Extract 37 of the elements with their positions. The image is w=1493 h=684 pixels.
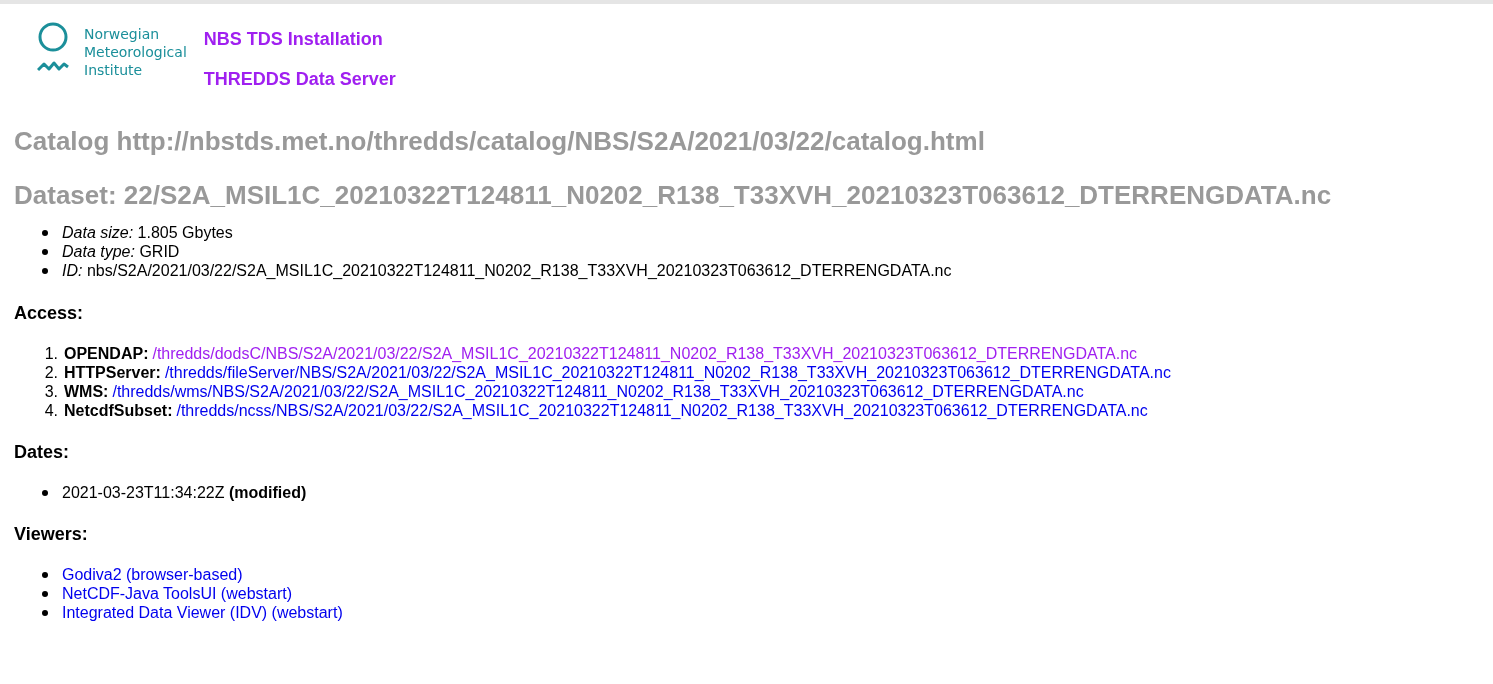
bullet-icon <box>42 489 48 496</box>
service-label: HTTPServer: <box>64 363 161 382</box>
service-link[interactable]: /thredds/ncss/NBS/S2A/2021/03/22/S2A_MSIL1C_20210322T124811_N0202_R138_T33XVH_20210323T063612_DTERRENGDATA.nc <box>176 401 1148 420</box>
logo-text: Institute <box>84 61 144 79</box>
service-label: OPENDAP: <box>64 344 149 363</box>
service-link[interactable]: /thredds/fileServer/NBS/S2A/2021/03/22/S2A_MSIL1C_20210322T124811_N0202_R138_T33XVH_20210323T063612_DTERRENGDATA.nc <box>164 363 1171 382</box>
list-number: 3. <box>43 382 58 401</box>
list-number: 1. <box>43 344 58 363</box>
service-label: WMS: <box>64 382 109 401</box>
section-heading: Viewers: <box>14 523 88 546</box>
list-number: 4. <box>43 401 58 420</box>
viewer-link[interactable]: Godiva2 (browser-based) <box>62 565 243 584</box>
bullet-icon <box>42 609 48 616</box>
bullet-icon <box>42 267 48 274</box>
list-number: 2. <box>43 363 58 382</box>
dataset-title: Dataset: 22/S2A_MSIL1C_20210322T124811_N0202_R138_T33XVH_20210323T063612_DTERRENGDATA.nc <box>14 179 1333 211</box>
header-link[interactable]: NBS TDS Installation <box>203 27 383 51</box>
bullet-icon <box>42 229 48 236</box>
service-label: NetcdfSubset: <box>64 401 173 420</box>
catalog-title: Catalog http://nbstds.met.no/thredds/catalog/NBS/S2A/2021/03/22/catalog.html <box>14 125 986 157</box>
bullet-icon <box>42 590 48 597</box>
bullet-icon <box>42 571 48 578</box>
property-text: ID: nbs/S2A/2021/03/22/S2A_MSIL1C_20210322T124811_N0202_R138_T33XVH_20210323T063612_DTERRENGDATA.nc <box>62 261 952 280</box>
property-text: Data type: GRID <box>62 242 180 261</box>
date-text: 2021-03-23T11:34:22Z (modified) <box>62 483 307 502</box>
logo-text: Norwegian <box>84 25 161 43</box>
header-link[interactable]: THREDDS Data Server <box>203 67 396 91</box>
property-text: Data size: 1.805 Gbytes <box>62 223 233 242</box>
viewer-link[interactable]: Integrated Data Viewer (IDV) (webstart) <box>62 603 343 622</box>
logo-icon <box>37 22 69 74</box>
section-heading: Dates: <box>14 441 70 464</box>
service-link[interactable]: /thredds/wms/NBS/S2A/2021/03/22/S2A_MSIL1C_20210322T124811_N0202_R138_T33XVH_20210323T063612_DTERRENGDATA.nc <box>112 382 1084 401</box>
bullet-icon <box>42 248 48 255</box>
service-link[interactable]: /thredds/dodsC/NBS/S2A/2021/03/22/S2A_MSIL1C_20210322T124811_N0202_R138_T33XVH_20210323T063612_DTERRENGDATA.nc <box>152 344 1138 363</box>
viewer-link[interactable]: NetCDF-Java ToolsUI (webstart) <box>62 584 292 603</box>
section-heading: Access: <box>14 302 84 325</box>
logo-text: Meteorological <box>84 43 187 61</box>
